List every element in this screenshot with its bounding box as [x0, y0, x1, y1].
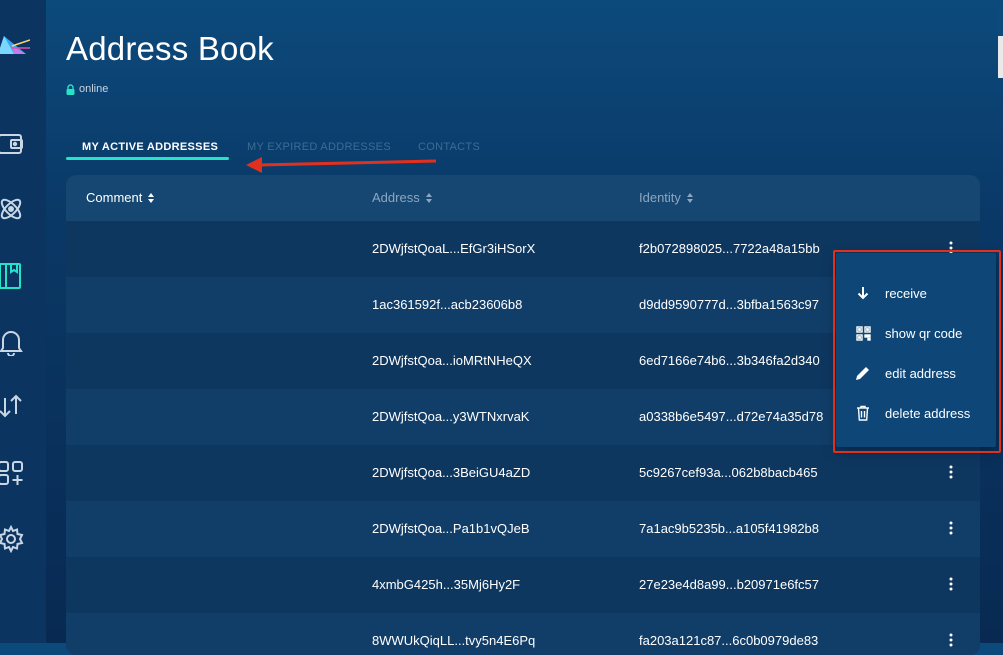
sort-icon [148, 192, 155, 203]
status-label: online [79, 83, 109, 95]
menu-item-receive[interactable]: receive [836, 273, 996, 313]
menu-item-edit-address[interactable]: edit address [836, 353, 996, 393]
menu-item-label: receive [885, 285, 927, 301]
column-header-label: Comment [86, 190, 143, 205]
wallet-icon[interactable] [0, 128, 26, 158]
bell-icon[interactable] [0, 327, 26, 357]
table-row[interactable]: 2DWjfstQoa...Pa1b1vQJeB 7a1ac9b5235b...a… [66, 501, 980, 557]
identity-cell: fa203a121c87...6c0b0979de83 [639, 633, 819, 648]
tab-my-active-addresses[interactable]: MY ACTIVE ADDRESSES [82, 130, 218, 160]
settings-gear-icon[interactable] [0, 524, 26, 554]
connection-status: online [66, 83, 108, 95]
address-cell: 2DWjfstQoa...Pa1b1vQJeB [372, 521, 530, 536]
annotation-arrow-icon [238, 152, 438, 174]
menu-item-label: delete address [885, 405, 971, 421]
lock-icon [66, 83, 75, 95]
window-edge [998, 0, 1003, 36]
table-header: Comment Address Identity [66, 175, 980, 221]
address-cell: 1ac361592f...acb23606b8 [372, 297, 523, 312]
more-options-icon[interactable] [940, 517, 962, 539]
identity-cell: 7a1ac9b5235b...a105f41982b8 [639, 521, 820, 536]
column-header-label: Address [372, 190, 420, 205]
column-header-comment[interactable]: Comment [86, 190, 155, 205]
table-row[interactable]: 2DWjfstQoa...3BeiGU4aZD 5c9267cef93a...0… [66, 445, 980, 501]
atom-icon[interactable] [0, 194, 26, 224]
identity-cell: 6ed7166e74b6...3b346fa2d340 [639, 353, 820, 368]
sidebar [0, 0, 46, 643]
menu-item-label: edit address [885, 365, 956, 381]
more-options-icon[interactable] [940, 573, 962, 595]
address-book-icon[interactable] [0, 261, 26, 291]
address-cell: 2DWjfstQoa...y3WTNxrvaK [372, 409, 530, 424]
menu-item-delete-address[interactable]: delete address [836, 393, 996, 433]
sort-icon [425, 192, 432, 203]
address-cell: 2DWjfstQoa...ioMRtNHeQX [372, 353, 532, 368]
table-row[interactable]: 4xmbG425h...35Mj6Hy2F 27e23e4d8a99...b20… [66, 557, 980, 613]
swap-arrows-icon[interactable] [0, 391, 26, 421]
more-options-icon[interactable] [940, 629, 962, 651]
beam-logo-icon [0, 32, 31, 62]
arrow-down-icon [854, 284, 872, 302]
identity-cell: f2b072898025...7722a48a15bb [639, 241, 820, 256]
table-row[interactable]: 8WWUkQiqLL...tvy5n4E6Pq fa203a121c87...6… [66, 613, 980, 655]
identity-cell: d9dd9590777d...3bfba1563c97 [639, 297, 820, 312]
menu-item-label: show qr code [885, 325, 963, 341]
row-context-menu: receive show qr code edit address delete… [836, 253, 996, 447]
column-header-identity[interactable]: Identity [639, 190, 693, 205]
address-cell: 8WWUkQiqLL...tvy5n4E6Pq [372, 633, 536, 648]
column-header-address[interactable]: Address [372, 190, 432, 205]
address-cell: 2DWjfstQoaL...EfGr3iHSorX [372, 241, 536, 256]
identity-cell: a0338b6e5497...d72e74a35d78 [639, 409, 824, 424]
qr-code-icon [854, 324, 872, 342]
active-tab-indicator [66, 157, 229, 160]
column-header-label: Identity [639, 190, 681, 205]
address-cell: 2DWjfstQoa...3BeiGU4aZD [372, 465, 531, 480]
more-options-icon[interactable] [940, 461, 962, 483]
apps-grid-icon[interactable] [0, 458, 26, 488]
sort-icon [686, 192, 693, 203]
menu-item-show-qr-code[interactable]: show qr code [836, 313, 996, 353]
pencil-icon [854, 364, 872, 382]
identity-cell: 5c9267cef93a...062b8bacb465 [639, 465, 818, 480]
window-edge [998, 36, 1003, 78]
address-cell: 4xmbG425h...35Mj6Hy2F [372, 577, 521, 592]
trash-icon [854, 404, 872, 422]
identity-cell: 27e23e4d8a99...b20971e6fc57 [639, 577, 820, 592]
page-title: Address Book [66, 30, 274, 67]
